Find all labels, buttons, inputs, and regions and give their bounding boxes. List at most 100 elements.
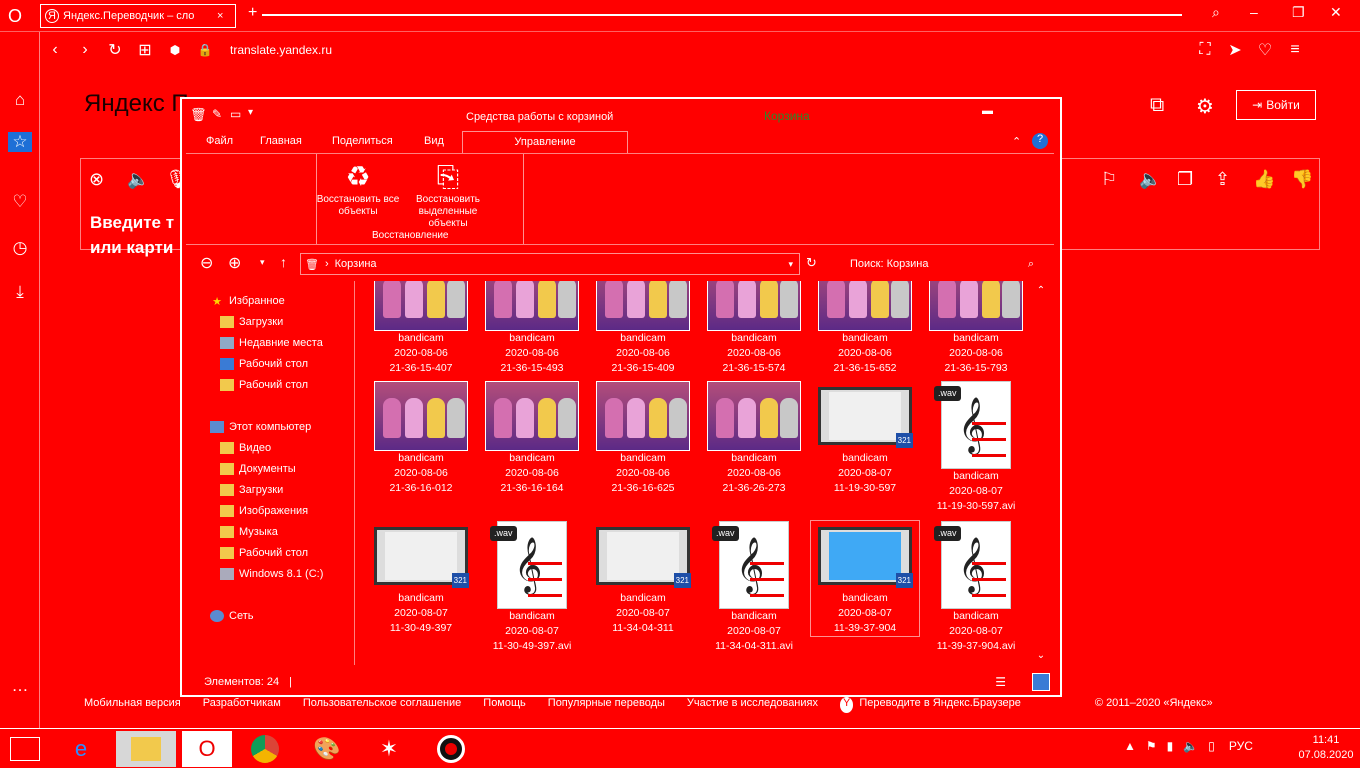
file-item[interactable]: 321 bandicam 2020-08-07 11-39-37-904: [810, 520, 920, 637]
file-item[interactable]: bandicam 2020-08-06 21-36-15-793: [922, 281, 1030, 376]
file-item[interactable]: bandicam 2020-08-06 21-36-15-574: [700, 281, 808, 376]
footer-link-browser[interactable]: Переводите в Яндекс.Браузере: [859, 697, 1021, 713]
tray-expand-icon[interactable]: ▲: [1124, 739, 1136, 753]
nav-back-icon[interactable]: ⊖: [200, 253, 213, 273]
star-icon[interactable]: ☆: [8, 132, 32, 152]
file-item[interactable]: bandicam 2020-08-06 21-36-16-164: [478, 381, 586, 496]
footer-link-help[interactable]: Помощь: [483, 697, 526, 713]
file-item[interactable]: .wav 𝄞 bandicam 2020-08-07 11-34-04-311.avi: [700, 521, 808, 654]
ie-taskbar-icon[interactable]: e: [56, 731, 106, 767]
file-item[interactable]: bandicam 2020-08-06 21-36-15-493: [478, 281, 586, 376]
file-item[interactable]: bandicam 2020-08-06 21-36-16-012: [367, 381, 475, 496]
tree-favorites[interactable]: ★ Избранное: [210, 295, 285, 308]
file-item[interactable]: bandicam 2020-08-06 21-36-15-652: [811, 281, 919, 376]
download-icon[interactable]: ⤓: [8, 282, 32, 302]
url-field[interactable]: translate.yandex.ru: [230, 43, 1130, 57]
login-button[interactable]: ⇥ Войти: [1236, 90, 1316, 120]
details-view-icon[interactable]: ☰: [995, 675, 1006, 689]
quick-access-properties-icon[interactable]: ✎: [212, 107, 222, 121]
menu-icon[interactable]: ≡: [1280, 41, 1310, 59]
vertical-scrollbar[interactable]: ⌃ ⌄: [1032, 281, 1050, 665]
snapshot-icon[interactable]: ⛶: [1190, 41, 1220, 59]
opera-taskbar-icon[interactable]: O: [182, 731, 232, 767]
game-taskbar-icon[interactable]: ✶: [364, 731, 414, 767]
history-icon[interactable]: ◷: [8, 238, 32, 258]
search-tabs-icon[interactable]: ⌕: [1212, 4, 1220, 21]
tree-item[interactable]: Видео: [220, 442, 271, 454]
speak-icon[interactable]: 🔈: [127, 169, 149, 190]
scroll-down-icon[interactable]: ⌄: [1032, 650, 1050, 661]
heart-icon[interactable]: ♡: [1250, 40, 1280, 60]
tree-item[interactable]: Недавние места: [220, 337, 323, 349]
explorer-minimize-icon[interactable]: ▬: [982, 105, 993, 117]
tree-item[interactable]: Рабочий стол: [220, 379, 308, 391]
tree-this-pc[interactable]: Этот компьютер: [210, 421, 311, 433]
nav-forward-icon[interactable]: ⊕: [228, 253, 241, 273]
new-tab-button[interactable]: +: [248, 4, 257, 22]
volume-icon[interactable]: 🔈: [1183, 739, 1198, 753]
address-dropdown-icon[interactable]: ▾: [788, 259, 793, 270]
tab-close-icon[interactable]: ×: [217, 10, 223, 22]
opera-logo-icon[interactable]: O: [8, 6, 22, 27]
explorer-taskbar-icon[interactable]: [116, 731, 176, 767]
browser-tab[interactable]: Я Яндекс.Переводчик – сло ×: [40, 4, 236, 28]
start-button[interactable]: [0, 731, 50, 767]
bookmark-icon[interactable]: ⚐: [1101, 169, 1117, 190]
tab-file[interactable]: Файл: [206, 135, 233, 147]
file-item[interactable]: bandicam 2020-08-06 21-36-15-407: [367, 281, 475, 376]
reload-icon[interactable]: ↻: [100, 40, 130, 60]
forward-icon[interactable]: ›: [70, 41, 100, 59]
language-indicator[interactable]: РУС: [1229, 739, 1253, 753]
file-item[interactable]: .wav 𝄞 bandicam 2020-08-07 11-39-37-904.avi: [922, 521, 1030, 654]
battery-icon[interactable]: ▯: [1208, 739, 1215, 753]
tree-item[interactable]: Рабочий стол: [220, 547, 308, 559]
file-item[interactable]: bandicam 2020-08-06 21-36-26-273: [700, 381, 808, 496]
thumb-up-icon[interactable]: 👍: [1253, 169, 1275, 190]
speak-target-icon[interactable]: 🔈: [1139, 169, 1161, 190]
clear-icon[interactable]: ⊗: [89, 169, 104, 190]
file-item[interactable]: bandicam 2020-08-06 21-36-16-625: [589, 381, 697, 496]
copy-icon[interactable]: ❐: [1177, 169, 1193, 190]
footer-link-dev[interactable]: Разработчикам: [203, 697, 281, 713]
tab-view[interactable]: Вид: [424, 135, 444, 147]
footer-link-research[interactable]: Участие в исследованиях: [687, 697, 818, 713]
address-field[interactable]: 🗑 › Корзина ▾: [300, 253, 800, 275]
thumb-down-icon[interactable]: 👎: [1291, 169, 1313, 190]
bandicam-taskbar-icon[interactable]: [426, 731, 476, 767]
settings-icon[interactable]: ⚙: [1196, 94, 1214, 119]
tree-item[interactable]: Windows 8.1 (C:): [220, 568, 323, 580]
file-item[interactable]: 321 bandicam 2020-08-07 11-34-04-311: [589, 521, 697, 636]
paint-taskbar-icon[interactable]: 🎨: [302, 731, 352, 767]
ribbon-collapse-icon[interactable]: ⌃: [1012, 135, 1021, 148]
file-item[interactable]: bandicam 2020-08-06 21-36-15-409: [589, 281, 697, 376]
scroll-up-icon[interactable]: ⌃: [1032, 285, 1050, 296]
close-window-icon[interactable]: ✕: [1330, 4, 1342, 21]
tree-item[interactable]: Рабочий стол: [220, 358, 308, 370]
minimize-icon[interactable]: –: [1250, 4, 1258, 20]
tree-item[interactable]: Загрузки: [220, 316, 283, 328]
explorer-app-icon[interactable]: 🗑: [190, 107, 207, 123]
home-icon[interactable]: ⌂: [8, 90, 32, 110]
file-item[interactable]: .wav 𝄞 bandicam 2020-08-07 11-30-49-397.avi: [478, 521, 586, 654]
recent-locations-icon[interactable]: ▾: [260, 257, 265, 268]
file-item[interactable]: 321 bandicam 2020-08-07 11-19-30-597: [811, 381, 919, 496]
source-text-placeholder[interactable]: Введите т или карти: [90, 210, 174, 260]
footer-link-popular[interactable]: Популярные переводы: [548, 697, 665, 713]
tree-item[interactable]: Загрузки: [220, 484, 283, 496]
up-icon[interactable]: ↑: [280, 254, 287, 270]
maximize-icon[interactable]: ❐: [1292, 4, 1305, 21]
quick-access-new-folder-icon[interactable]: ▭: [230, 107, 241, 121]
more-icon[interactable]: …: [8, 676, 32, 696]
file-item[interactable]: .wav 𝄞 bandicam 2020-08-07 11-19-30-597.avi: [922, 381, 1030, 514]
signal-icon[interactable]: ▮: [1167, 739, 1174, 753]
tree-item[interactable]: Документы: [220, 463, 296, 475]
send-icon[interactable]: ➤: [1220, 40, 1250, 60]
back-icon[interactable]: ‹: [40, 41, 70, 59]
tab-manage[interactable]: Управление: [462, 131, 628, 153]
collections-icon[interactable]: ⧉: [1150, 94, 1164, 117]
tree-item[interactable]: Музыка: [220, 526, 278, 538]
tree-item[interactable]: Изображения: [220, 505, 308, 517]
heart-sidebar-icon[interactable]: ♡: [8, 192, 32, 212]
help-icon[interactable]: ?: [1032, 133, 1048, 149]
tree-network[interactable]: Сеть: [210, 610, 253, 622]
